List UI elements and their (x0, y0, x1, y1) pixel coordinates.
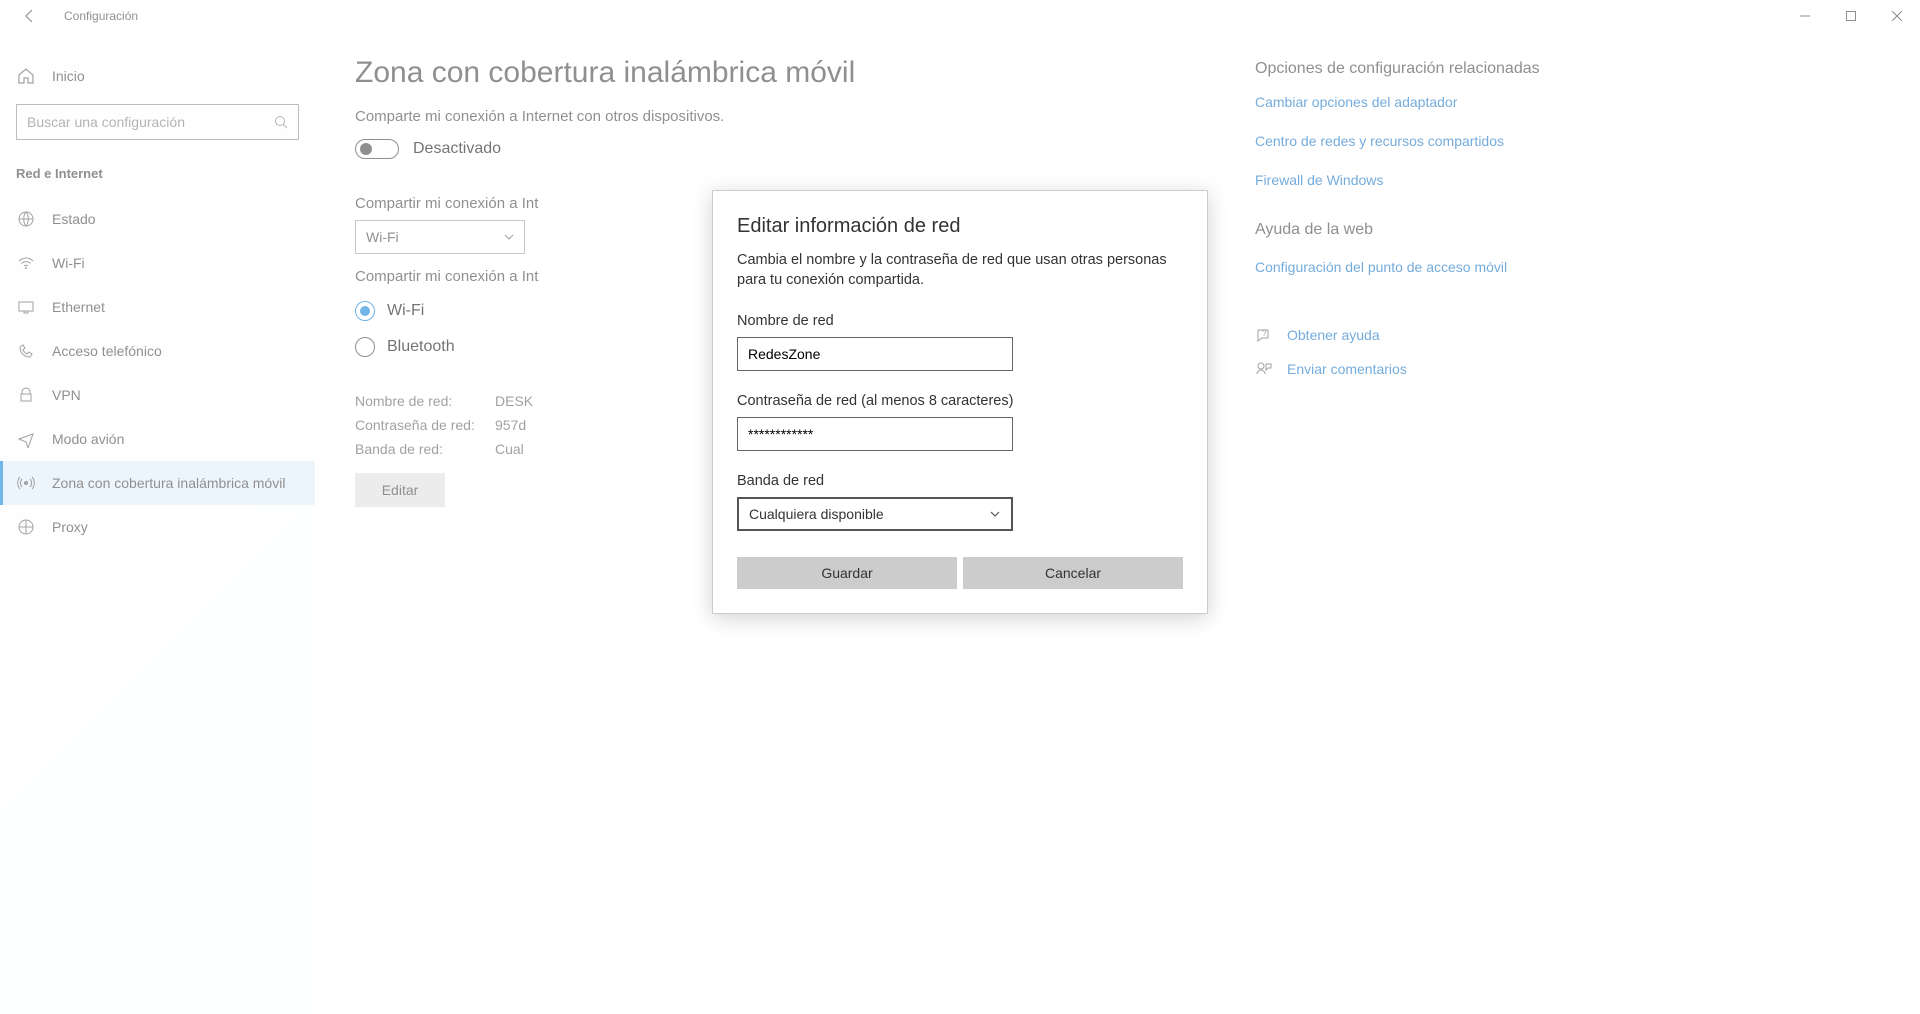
sidebar-item-status[interactable]: Estado (0, 197, 315, 241)
hotspot-icon (16, 473, 36, 493)
link-sharing-center[interactable]: Centro de redes y recursos compartidos (1255, 131, 1595, 152)
sidebar-item-label: Acceso telefónico (52, 343, 162, 359)
link-adapter-options[interactable]: Cambiar opciones del adaptador (1255, 92, 1595, 113)
window-controls (1782, 0, 1920, 32)
app-title: Configuración (64, 9, 138, 23)
radio-icon (355, 337, 375, 357)
dialog-title: Editar información de red (737, 215, 1183, 238)
right-pane: Opciones de configuración relacionadas C… (1235, 56, 1595, 990)
share-description: Comparte mi conexión a Internet con otro… (355, 108, 1235, 125)
net-name-value: DESK (495, 393, 533, 409)
share-from-combo[interactable]: Wi-Fi (355, 220, 525, 254)
sidebar-item-wifi[interactable]: Wi-Fi (0, 241, 315, 285)
sidebar-item-label: Estado (52, 211, 96, 227)
network-name-field[interactable] (748, 346, 1002, 362)
hotspot-toggle[interactable] (355, 139, 399, 159)
airplane-icon (16, 429, 36, 449)
maximize-button[interactable] (1828, 0, 1874, 32)
home-icon (16, 66, 36, 86)
network-band-value: Cualquiera disponible (749, 506, 884, 522)
link-firewall[interactable]: Firewall de Windows (1255, 170, 1595, 191)
network-password-label: Contraseña de red (al menos 8 caracteres… (737, 393, 1183, 409)
network-password-field[interactable] (748, 426, 1002, 442)
sidebar-item-label: Ethernet (52, 299, 105, 315)
link-hotspot-config[interactable]: Configuración del punto de acceso móvil (1255, 257, 1595, 278)
feedback-icon (1255, 360, 1273, 378)
back-button[interactable] (16, 2, 44, 30)
save-button[interactable]: Guardar (737, 557, 957, 589)
status-icon (16, 209, 36, 229)
sidebar-item-label: Zona con cobertura inalámbrica móvil (52, 475, 285, 491)
sidebar: Inicio Red e Internet Estado Wi-Fi Ether… (0, 32, 315, 1014)
network-name-label: Nombre de red (737, 313, 1183, 329)
search-field[interactable] (27, 114, 274, 130)
network-name-input[interactable] (737, 337, 1013, 371)
network-password-input[interactable] (737, 417, 1013, 451)
sidebar-home-label: Inicio (52, 68, 85, 84)
related-heading: Opciones de configuración relacionadas (1255, 60, 1595, 78)
net-pass-label: Contraseña de red: (355, 417, 495, 433)
dialup-icon (16, 341, 36, 361)
radio-wifi-label: Wi-Fi (387, 302, 424, 320)
sidebar-item-ethernet[interactable]: Ethernet (0, 285, 315, 329)
ethernet-icon (16, 297, 36, 317)
sidebar-item-label: Wi-Fi (52, 255, 85, 271)
get-help-label: Obtener ayuda (1287, 327, 1380, 343)
edit-button[interactable]: Editar (355, 473, 445, 507)
edit-network-dialog: Editar información de red Cambia el nomb… (712, 190, 1208, 614)
proxy-icon (16, 517, 36, 537)
sidebar-item-hotspot[interactable]: Zona con cobertura inalámbrica móvil (0, 461, 315, 505)
sidebar-item-label: Modo avión (52, 431, 124, 447)
sidebar-home[interactable]: Inicio (0, 56, 315, 96)
sidebar-item-vpn[interactable]: VPN (0, 373, 315, 417)
sidebar-item-label: Proxy (52, 519, 88, 535)
webhelp-heading: Ayuda de la web (1255, 221, 1595, 239)
dialog-description: Cambia el nombre y la contraseña de red … (737, 250, 1183, 291)
sidebar-item-dialup[interactable]: Acceso telefónico (0, 329, 315, 373)
net-pass-value: 957d (495, 417, 526, 433)
search-icon (274, 115, 288, 129)
chevron-down-icon (989, 508, 1001, 520)
search-input[interactable] (16, 104, 299, 140)
cancel-button[interactable]: Cancelar (963, 557, 1183, 589)
vpn-icon (16, 385, 36, 405)
radio-bluetooth-label: Bluetooth (387, 338, 455, 356)
share-from-value: Wi-Fi (366, 229, 399, 245)
sidebar-item-airplane[interactable]: Modo avión (0, 417, 315, 461)
net-band-label: Banda de red: (355, 441, 495, 457)
toggle-state-label: Desactivado (413, 140, 501, 158)
wifi-icon (16, 253, 36, 273)
page-title: Zona con cobertura inalámbrica móvil (355, 56, 1235, 90)
help-icon: ? (1255, 326, 1273, 344)
minimize-button[interactable] (1782, 0, 1828, 32)
sidebar-item-label: VPN (52, 387, 81, 403)
close-button[interactable] (1874, 0, 1920, 32)
network-band-select[interactable]: Cualquiera disponible (737, 497, 1013, 531)
get-help-link[interactable]: ? Obtener ayuda (1255, 326, 1595, 344)
sidebar-section-title: Red e Internet (0, 156, 315, 197)
titlebar: Configuración (0, 0, 1920, 32)
net-name-label: Nombre de red: (355, 393, 495, 409)
svg-text:?: ? (1262, 329, 1267, 338)
sidebar-item-proxy[interactable]: Proxy (0, 505, 315, 549)
feedback-label: Enviar comentarios (1287, 361, 1407, 377)
radio-icon (355, 301, 375, 321)
network-band-label: Banda de red (737, 473, 1183, 489)
net-band-value: Cual (495, 441, 524, 457)
feedback-link[interactable]: Enviar comentarios (1255, 360, 1595, 378)
chevron-down-icon (504, 232, 514, 242)
